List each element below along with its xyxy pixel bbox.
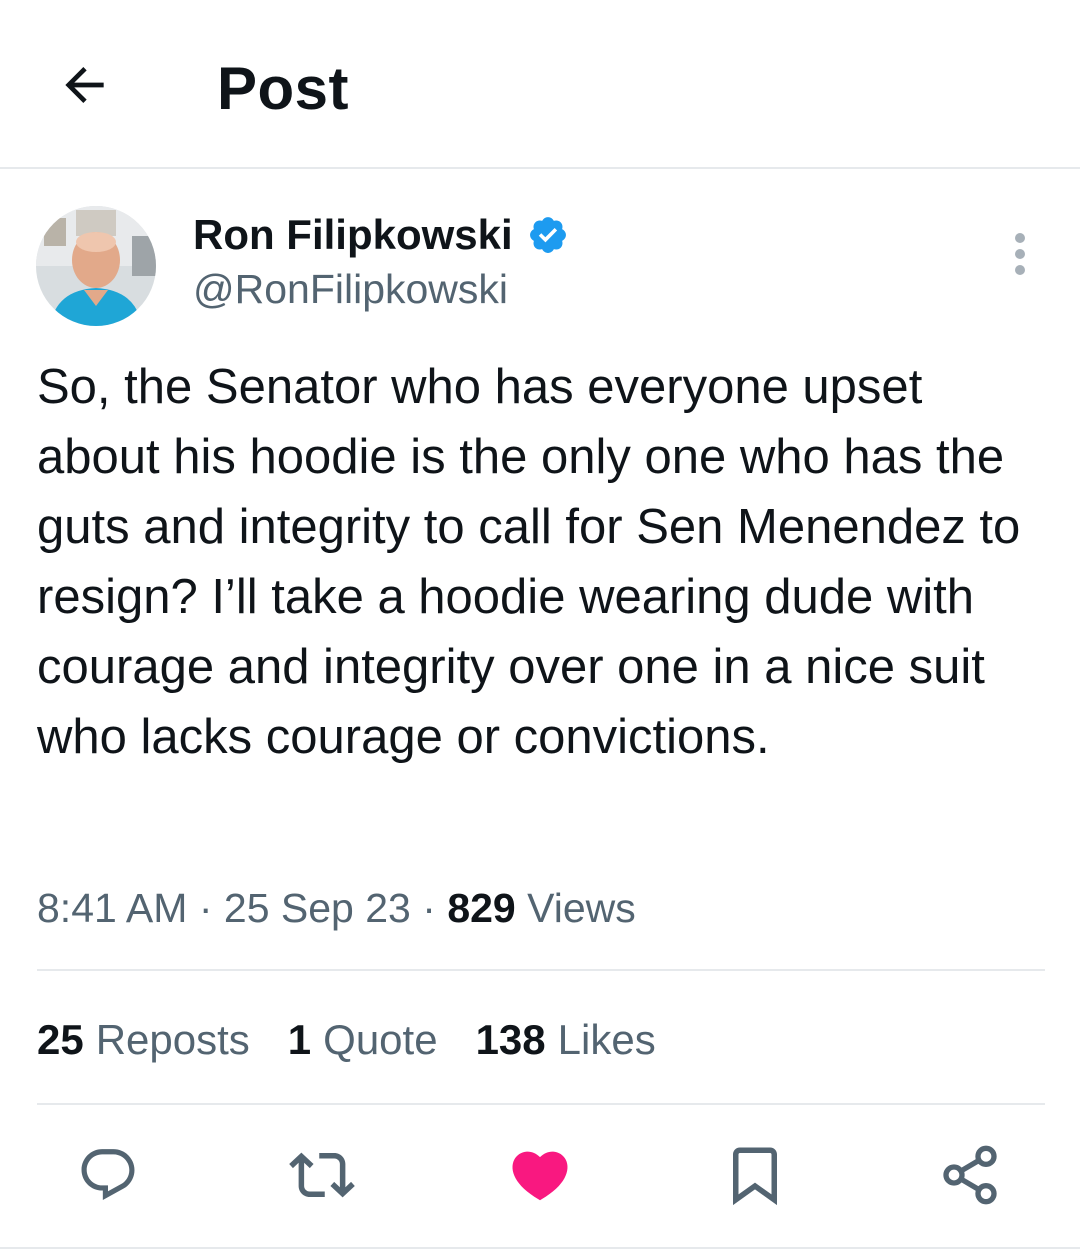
views-count: 829	[447, 885, 516, 931]
reposts-count: 25	[37, 1016, 84, 1063]
author-name-text: Ron Filipkowski	[193, 211, 513, 258]
divider	[37, 1103, 1045, 1105]
likes-stat[interactable]: 138 Likes	[476, 1012, 656, 1068]
arrow-left-icon	[65, 67, 104, 103]
share-button[interactable]	[935, 1140, 1005, 1210]
views-label: Views	[527, 885, 636, 931]
bookmark-icon	[733, 1147, 777, 1206]
reposts-stat[interactable]: 25 Reposts	[37, 1012, 250, 1068]
author-handle[interactable]: @RonFilipkowski	[193, 264, 508, 314]
meta-separator: ·	[422, 885, 436, 931]
more-options-button[interactable]	[1000, 226, 1040, 282]
like-icon	[512, 1151, 568, 1201]
page-title: Post	[217, 55, 350, 122]
avatar[interactable]	[36, 206, 156, 326]
likes-label: Likes	[557, 1016, 656, 1063]
reply-button[interactable]	[73, 1140, 143, 1210]
repost-button[interactable]	[287, 1140, 357, 1210]
engagement-stats: 25 Reposts 1 Quote 138 Likes	[37, 1012, 656, 1068]
divider	[37, 969, 1045, 971]
reposts-label: Reposts	[95, 1016, 250, 1063]
quotes-label: Quote	[323, 1016, 438, 1063]
like-button[interactable]	[505, 1140, 575, 1210]
back-button[interactable]	[52, 52, 118, 118]
tweet-text: So, the Senator who has everyone upset a…	[37, 360, 1034, 764]
quotes-count: 1	[287, 1016, 312, 1063]
top-bar: Post	[0, 0, 1080, 169]
bookmark-button[interactable]	[720, 1140, 790, 1210]
avatar-image	[36, 206, 156, 326]
tweet-time[interactable]: 8:41 AM	[37, 885, 187, 931]
author-name[interactable]: Ron Filipkowski	[193, 210, 569, 260]
likes-count: 138	[475, 1016, 546, 1063]
quotes-stat[interactable]: 1 Quote	[288, 1012, 438, 1068]
repost-icon	[289, 1152, 355, 1198]
tweet-date[interactable]: 25 Sep 23	[224, 885, 411, 931]
reply-icon	[81, 1149, 135, 1201]
tweet-meta: 8:41 AM · 25 Sep 23 · 829 Views	[37, 880, 636, 936]
verified-badge-icon	[529, 217, 566, 253]
meta-separator: ·	[198, 885, 213, 931]
divider	[0, 1247, 1080, 1249]
share-icon	[943, 1145, 997, 1205]
more-vertical-icon	[1015, 233, 1025, 275]
